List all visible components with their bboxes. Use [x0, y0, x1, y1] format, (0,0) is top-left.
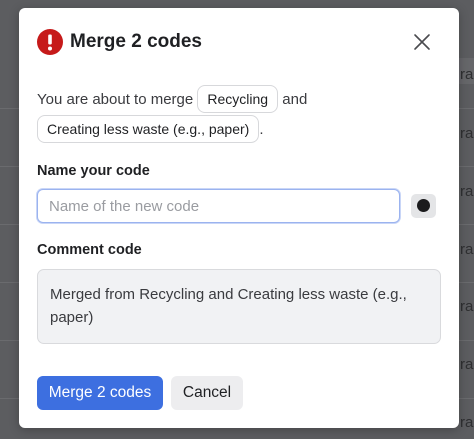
close-icon[interactable] [411, 31, 433, 53]
merge-description-line: You are about to merge Recycling and [37, 84, 307, 114]
background-cell: ra [460, 125, 474, 142]
merge-codes-dialog: Merge 2 codes You are about to merge Rec… [19, 8, 459, 428]
name-field-label: Name your code [37, 163, 150, 179]
merge-button[interactable]: Merge 2 codes [37, 376, 163, 410]
background-cell: ra [460, 241, 474, 258]
merge-suffix-text: . [259, 120, 264, 138]
code-chip-b: Creating less waste (e.g., paper) [37, 115, 260, 144]
background-cell: ra [460, 183, 474, 200]
color-dot-icon [417, 199, 430, 212]
code-color-button[interactable] [411, 194, 436, 218]
comment-field-label: Comment code [37, 242, 142, 258]
background-cell: ra [460, 356, 474, 373]
dialog-header: Merge 2 codes [37, 29, 441, 55]
exclamation-circle-icon [37, 29, 63, 55]
code-chip-a: Recycling [197, 85, 279, 114]
comment-textarea[interactable]: Merged from Recycling and Creating less … [37, 269, 441, 344]
cancel-button[interactable]: Cancel [171, 376, 243, 410]
background-cell: ra [460, 298, 474, 315]
merge-joiner-text: and [282, 90, 308, 108]
background-cell: ra [460, 414, 474, 431]
background-cell: ra [460, 66, 474, 83]
code-name-input[interactable] [37, 189, 400, 223]
merge-prefix-text: You are about to merge [37, 90, 194, 108]
dialog-title: Merge 2 codes [70, 31, 202, 52]
merge-description-line: Creating less waste (e.g., paper). [37, 114, 264, 144]
